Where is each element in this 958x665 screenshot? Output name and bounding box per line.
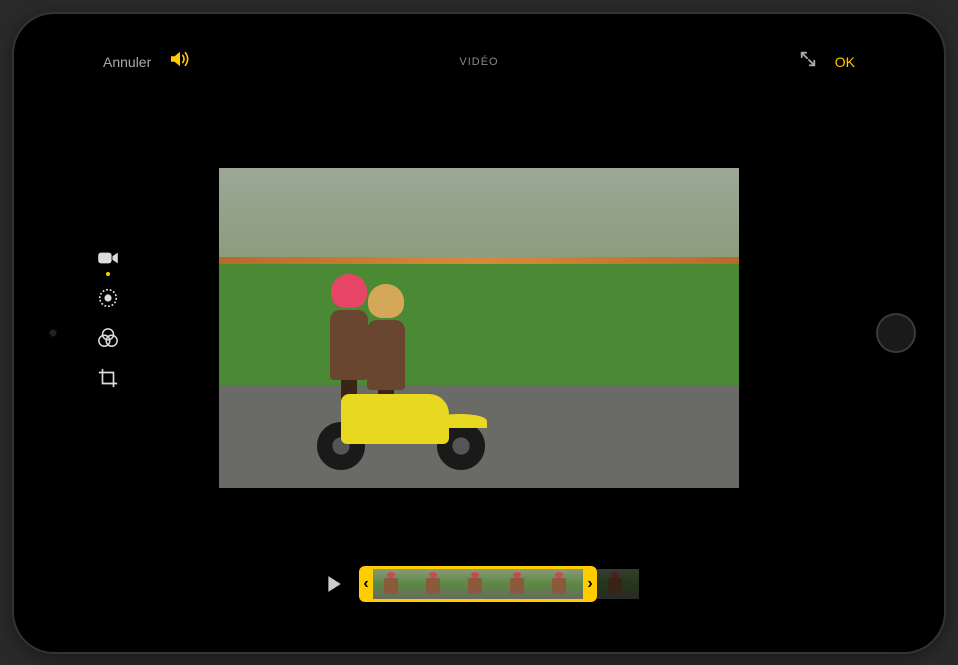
timeline-thumbnail xyxy=(415,569,457,599)
edit-tools-sidebar xyxy=(95,245,121,391)
play-button[interactable] xyxy=(319,569,349,599)
main-area xyxy=(89,82,869,554)
video-frame xyxy=(219,168,739,488)
adjust-tool-button[interactable] xyxy=(95,285,121,311)
mode-title: VIDÉO xyxy=(459,56,498,68)
filters-tool-button[interactable] xyxy=(95,325,121,351)
trim-region[interactable] xyxy=(373,566,583,602)
crop-tool-button[interactable] xyxy=(95,365,121,391)
fullscreen-icon[interactable] xyxy=(799,50,817,73)
trim-end-handle[interactable]: › xyxy=(583,566,597,602)
timeline-bar: ‹ › xyxy=(89,554,869,624)
timeline[interactable]: ‹ › xyxy=(359,565,639,603)
video-tool-button[interactable] xyxy=(95,245,121,271)
timeline-excluded xyxy=(597,569,639,599)
device-camera xyxy=(49,329,57,337)
sound-icon[interactable] xyxy=(169,50,191,73)
timeline-thumbnail xyxy=(457,569,499,599)
ipad-frame: Annuler VIDÉO xyxy=(14,14,944,652)
trim-start-handle[interactable]: ‹ xyxy=(359,566,373,602)
screen: Annuler VIDÉO xyxy=(89,42,869,624)
cancel-button[interactable]: Annuler xyxy=(103,54,151,70)
timeline-thumbnail xyxy=(499,569,541,599)
timeline-thumbnail xyxy=(597,569,639,599)
video-preview-area[interactable] xyxy=(89,82,869,554)
done-button[interactable]: OK xyxy=(835,54,855,70)
top-bar: Annuler VIDÉO xyxy=(89,42,869,82)
timeline-thumbnail xyxy=(541,569,583,599)
timeline-thumbnail xyxy=(373,569,415,599)
home-button[interactable] xyxy=(876,313,916,353)
